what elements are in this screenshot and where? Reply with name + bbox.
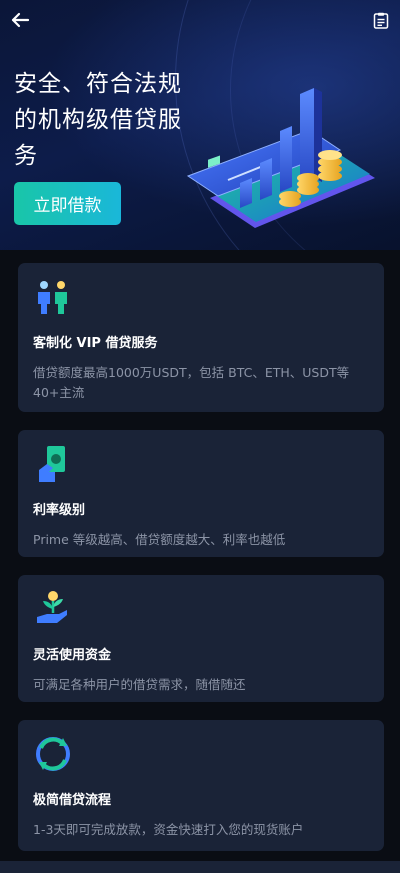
feature-description: 可满足各种用户的借贷需求，随借随还 [33, 677, 246, 692]
feature-list: 客制化 VIP 借贷服务 借贷额度最高1000万USDT，包括 BTC、ETH、… [18, 263, 384, 869]
feature-title: 极简借贷流程 [33, 793, 112, 808]
clipboard-list-icon [373, 12, 389, 29]
feature-title: 客制化 VIP 借贷服务 [33, 336, 158, 351]
feature-description: 1-3天即可完成放款，资金快速打入您的现货账户 [33, 822, 304, 837]
feature-card-flexible: 灵活使用资金 可满足各种用户的借贷需求，随借随还 [18, 575, 384, 702]
arrow-left-icon [11, 12, 30, 28]
feature-title: 利率级别 [33, 503, 86, 518]
feature-description: 借贷额度最高1000万USDT，包括 BTC、ETH、USDT等40+主流 [33, 365, 350, 400]
hero-title: 安全、符合法规的机构级借贷服务 [14, 71, 182, 169]
borrow-now-button[interactable]: 立即借款 [14, 182, 121, 225]
feature-card-vip: 客制化 VIP 借贷服务 借贷额度最高1000万USDT，包括 BTC、ETH、… [18, 263, 384, 412]
loan-illustration-icon [186, 88, 375, 228]
plant-in-hand-icon [37, 591, 67, 623]
cash-in-hand-icon [39, 446, 65, 482]
circular-arrows-icon [36, 737, 70, 771]
bottom-panel-edge [0, 861, 400, 873]
feature-description: Prime 等级越高、借贷额度越大、利率也越低 [33, 532, 286, 547]
two-people-icon [38, 281, 67, 314]
feature-card-process: 极简借贷流程 1-3天即可完成放款，资金快速打入您的现货账户 [18, 720, 384, 851]
feature-card-rate: 利率级别 Prime 等级越高、借贷额度越大、利率也越低 [18, 430, 384, 557]
back-button[interactable] [8, 8, 32, 32]
hero-banner: 安全、符合法规的机构级借贷服务 立即借款 [0, 0, 400, 250]
records-button[interactable] [370, 9, 392, 31]
feature-title: 灵活使用资金 [33, 648, 112, 663]
